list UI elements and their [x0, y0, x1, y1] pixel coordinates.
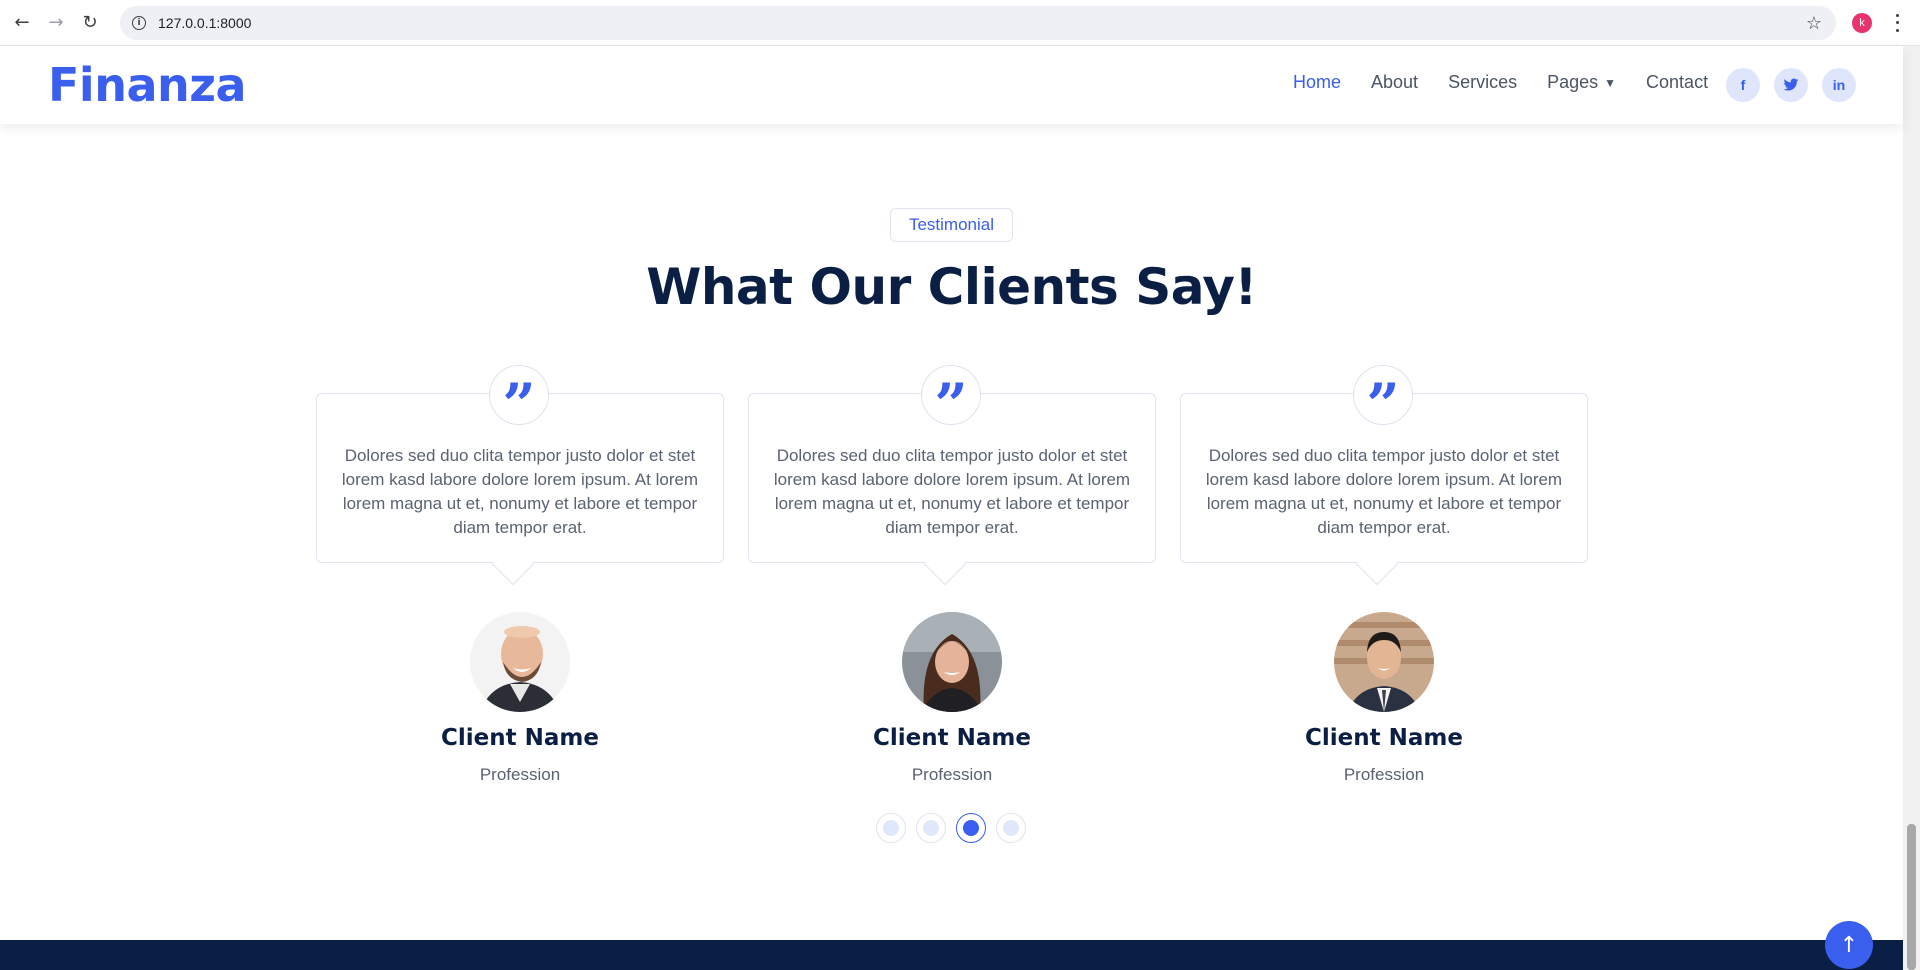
nav-services[interactable]: Services — [1448, 72, 1517, 93]
carousel-dot-2[interactable] — [916, 813, 946, 843]
nav-home[interactable]: Home — [1293, 72, 1341, 93]
twitter-icon[interactable] — [1774, 68, 1808, 102]
nav-about-label: About — [1371, 72, 1419, 92]
client-name: Client Name — [441, 725, 599, 751]
client-profession: Profession — [479, 765, 561, 784]
address-bar[interactable]: i 127.0.0.1:8000 ☆ — [120, 6, 1836, 40]
scrollbar-thumb[interactable] — [1907, 824, 1916, 970]
client-name: Client Name — [1305, 725, 1463, 751]
logo[interactable]: Finanza — [48, 58, 247, 112]
linkedin-icon[interactable]: in — [1822, 68, 1856, 102]
testimonial-text: Dolores sed duo clita tempor justo dolor… — [1205, 446, 1563, 537]
carousel-dot-3[interactable] — [956, 813, 986, 843]
client-avatar — [470, 612, 570, 712]
quote-icon: ” — [1366, 371, 1400, 439]
section-title: What Our Clients Say! — [646, 258, 1257, 316]
carousel-dot-1[interactable] — [876, 813, 906, 843]
nav-contact[interactable]: Contact — [1646, 72, 1708, 93]
chevron-down-icon: ▼ — [1604, 75, 1617, 90]
back-to-top-button[interactable]: ↑ — [1825, 921, 1873, 969]
forward-icon[interactable]: → — [44, 11, 68, 35]
facebook-icon[interactable]: f — [1726, 68, 1760, 102]
client-name: Client Name — [873, 725, 1031, 751]
arrow-up-icon: ↑ — [1839, 932, 1859, 958]
bookmark-star-icon[interactable]: ☆ — [1806, 13, 1822, 34]
quote-badge: ” — [921, 365, 981, 434]
nav-services-label: Services — [1448, 72, 1518, 92]
page-scrollbar[interactable] — [1903, 46, 1920, 970]
site-info-icon[interactable]: i — [132, 16, 146, 30]
testimonial-text: Dolores sed duo clita tempor justo dolor… — [341, 446, 699, 537]
section-badge: Testimonial — [890, 208, 1013, 242]
back-icon[interactable]: ← — [10, 11, 34, 35]
client-profession: Profession — [1343, 765, 1425, 784]
testimonial-text: Dolores sed duo clita tempor justo dolor… — [773, 446, 1131, 537]
client-avatar — [902, 612, 1002, 712]
quote-badge: ” — [489, 365, 549, 434]
quote-badge: ” — [1353, 365, 1413, 434]
client-avatar — [1334, 612, 1434, 712]
carousel-dot-4[interactable] — [996, 813, 1026, 843]
main-menu: Home About Services Pages ▼ Contact — [1293, 72, 1738, 93]
client-profession: Profession — [911, 765, 993, 784]
reload-icon[interactable]: ↻ — [78, 11, 102, 35]
browser-menu-icon[interactable] — [1890, 12, 1904, 34]
quote-icon: ” — [934, 371, 968, 439]
quote-icon: ” — [502, 371, 536, 439]
url-text[interactable]: 127.0.0.1:8000 — [158, 15, 251, 31]
profile-avatar[interactable]: k — [1852, 13, 1872, 33]
browser-toolbar: ← → ↻ i 127.0.0.1:8000 ☆ k — [0, 0, 1920, 46]
nav-pages-label: Pages — [1547, 72, 1599, 92]
site-navbar: Finanza Home About Services Pages ▼ Conta… — [0, 46, 1903, 124]
nav-about[interactable]: About — [1371, 72, 1418, 93]
nav-home-label: Home — [1293, 72, 1342, 92]
nav-contact-label: Contact — [1646, 72, 1709, 92]
carousel-dots — [876, 813, 1026, 843]
nav-pages-dropdown[interactable]: Pages ▼ — [1547, 72, 1616, 93]
footer — [0, 940, 1903, 970]
